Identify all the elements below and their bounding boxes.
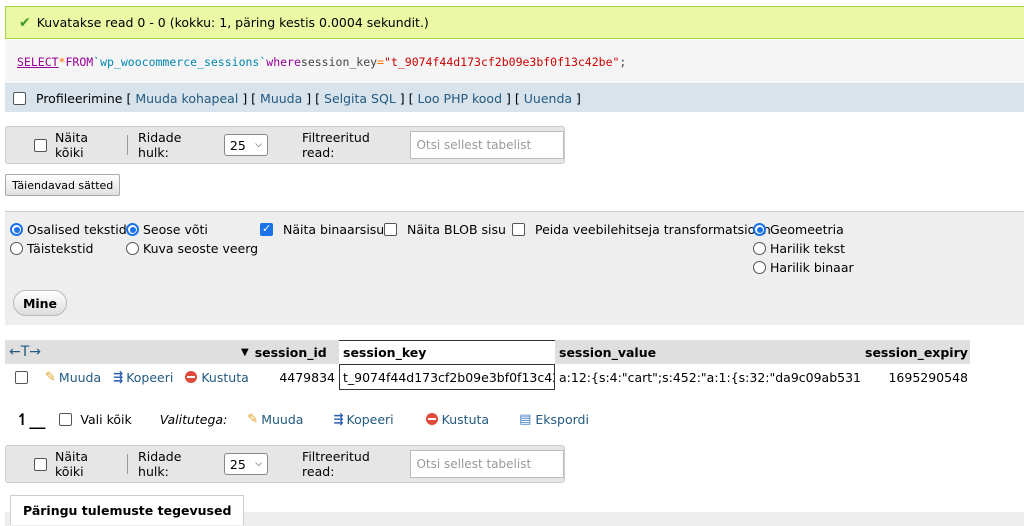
- extra-options-button[interactable]: Täiendavad sätted: [5, 174, 121, 196]
- pencil-icon: ✎: [247, 411, 259, 427]
- wkb-label: Harilik binaar: [770, 260, 854, 275]
- full-texts-label: Täistekstid: [27, 241, 94, 256]
- show-all-label: Näita kõiki: [55, 449, 89, 479]
- geometry-radio[interactable]: [753, 223, 766, 236]
- row-checkbox[interactable]: [15, 370, 28, 384]
- sql-table-name: `wp_woocommerce_sessions`: [93, 54, 267, 69]
- show-all-label: Näita kõiki: [55, 130, 89, 160]
- chevron-down-icon: ⌵: [255, 459, 263, 469]
- bulk-edit-button[interactable]: Muuda: [261, 412, 303, 427]
- refresh-link[interactable]: Uuenda: [524, 91, 572, 106]
- copy-icon: ⇶: [333, 412, 344, 426]
- sql-operator: =: [377, 54, 385, 69]
- bulk-copy-button[interactable]: Kopeeri: [347, 412, 394, 427]
- partial-texts-radio[interactable]: [10, 223, 23, 236]
- sql-keyword-from: FROM: [65, 54, 94, 69]
- column-header-session-expiry[interactable]: session_expiry: [861, 340, 970, 364]
- delete-icon: [425, 413, 438, 425]
- profiling-checkbox[interactable]: [13, 91, 26, 105]
- rows-label: Ridade hulk:: [138, 449, 182, 479]
- table-row: ✎ Muuda ⇶ Kopeeri Kustuta 4479834 t_9074…: [5, 364, 970, 390]
- sql-query: SELECT * FROM `wp_woocommerce_sessions` …: [5, 40, 1024, 84]
- go-button[interactable]: Mine: [13, 290, 67, 316]
- full-texts-radio[interactable]: [10, 242, 23, 255]
- top-navigation: Näita kõiki Ridade hulk: 25 ⌵ Filtreeritu…: [5, 126, 565, 164]
- cell-session-value[interactable]: a:12:{s:4:"cart";s:452:"a:1:{s:32:"da9c0…: [559, 370, 861, 385]
- sql-semicolon: ;: [619, 54, 627, 69]
- rows-label: Ridade hulk:: [138, 130, 182, 160]
- bottom-navigation: Näita kõiki Ridade hulk: 25 ⌵ Filtreeritu…: [5, 445, 565, 483]
- cell-session-id[interactable]: 4479834: [237, 370, 335, 385]
- row-copy-link[interactable]: Kopeeri: [126, 370, 173, 385]
- filter-input[interactable]: Otsi sellest tabelist: [410, 131, 564, 159]
- partial-texts-label: Osalised tekstid: [27, 222, 127, 237]
- relation-key-label: Seose võti: [143, 222, 208, 237]
- sort-descending-icon: ▼: [241, 346, 249, 358]
- column-header-session-id[interactable]: ▼ session_id: [237, 340, 339, 364]
- column-header-session-value[interactable]: session_value: [555, 340, 861, 364]
- sql-keyword-select[interactable]: SELECT: [17, 55, 59, 69]
- cell-session-expiry[interactable]: 1695290548: [861, 370, 968, 385]
- wkt-radio[interactable]: [753, 242, 766, 255]
- column-arrows-icon[interactable]: ←T→: [9, 344, 41, 360]
- show-blob-label: Näita BLOB sisu: [407, 222, 506, 237]
- inline-edit-link[interactable]: Muuda kohapeal: [135, 91, 238, 106]
- show-blob-checkbox[interactable]: [384, 223, 397, 236]
- checkmark-icon: ✔: [19, 14, 31, 31]
- relation-key-radio[interactable]: [126, 223, 139, 236]
- wkt-label: Harilik tekst: [770, 241, 846, 256]
- select-all-checkbox[interactable]: [59, 412, 73, 426]
- explain-sql-link[interactable]: Selgita SQL: [324, 91, 396, 106]
- rows-select[interactable]: 25 ⌵: [223, 453, 269, 475]
- copy-icon: ⇶: [113, 370, 124, 384]
- hide-transformation-checkbox[interactable]: [512, 223, 525, 236]
- delete-icon: [185, 371, 198, 383]
- wkb-radio[interactable]: [753, 261, 766, 274]
- show-all-checkbox[interactable]: [34, 457, 47, 471]
- display-options-panel: Osalised tekstid Täistekstid Seose võti …: [5, 211, 1024, 325]
- create-php-link[interactable]: Loo PHP kood: [418, 91, 503, 106]
- relation-column-label: Kuva seoste veerg: [143, 241, 259, 256]
- select-all-label: Vali kõik: [80, 411, 132, 427]
- hide-transformation-label: Peida veebilehitseja transformatsioon: [535, 222, 771, 237]
- arrow-up-icon: ↿__: [16, 409, 46, 429]
- rows-select[interactable]: 25 ⌵: [223, 134, 269, 156]
- export-icon: ▤: [519, 411, 532, 427]
- filter-label: Filtreeritud read:: [302, 449, 370, 479]
- show-binary-label: Näita binaarsisu: [283, 222, 385, 237]
- sql-column: session_key: [300, 54, 378, 69]
- profiling-label: Profileerimine: [36, 90, 123, 106]
- success-message: ✔ Kuvatakse read 0 - 0 (kokku: 1, päring…: [5, 6, 1024, 39]
- bulk-actions: ↿__ Vali kõik Valitutega: ✎ Muuda ⇶ Kope…: [16, 408, 589, 430]
- bulk-export-button[interactable]: Ekspordi: [535, 412, 589, 427]
- sql-keyword-where: where: [266, 54, 301, 69]
- pencil-icon: ✎: [45, 369, 56, 385]
- geometry-label: Geomeetria: [770, 222, 844, 237]
- success-text: Kuvatakse read 0 - 0 (kokku: 1, päring k…: [36, 15, 429, 30]
- show-all-checkbox[interactable]: [34, 138, 47, 152]
- column-header-session-key[interactable]: session_key: [339, 340, 555, 364]
- show-binary-checkbox[interactable]: [260, 222, 273, 236]
- query-tools: Profileerimine [Muuda kohapeal] [Muuda] …: [5, 84, 1024, 112]
- row-edit-link[interactable]: Muuda: [59, 370, 101, 385]
- edit-link[interactable]: Muuda: [260, 91, 302, 106]
- relation-column-radio[interactable]: [126, 242, 139, 255]
- query-results-operations[interactable]: Päringu tulemuste tegevused: [10, 495, 245, 525]
- chevron-down-icon: ⌵: [255, 140, 263, 150]
- sql-star: *: [58, 54, 66, 69]
- filter-label: Filtreeritud read:: [302, 130, 370, 160]
- sql-value: "t_9074f44d173cf2b09e3bf0f13c42be": [384, 54, 620, 69]
- bulk-delete-button[interactable]: Kustuta: [442, 412, 489, 427]
- filter-input[interactable]: Otsi sellest tabelist: [410, 450, 564, 478]
- cell-session-key[interactable]: t_9074f44d173cf2b09e3bf0f13c42be: [339, 364, 555, 390]
- with-selected-label: Valitutega:: [159, 411, 228, 427]
